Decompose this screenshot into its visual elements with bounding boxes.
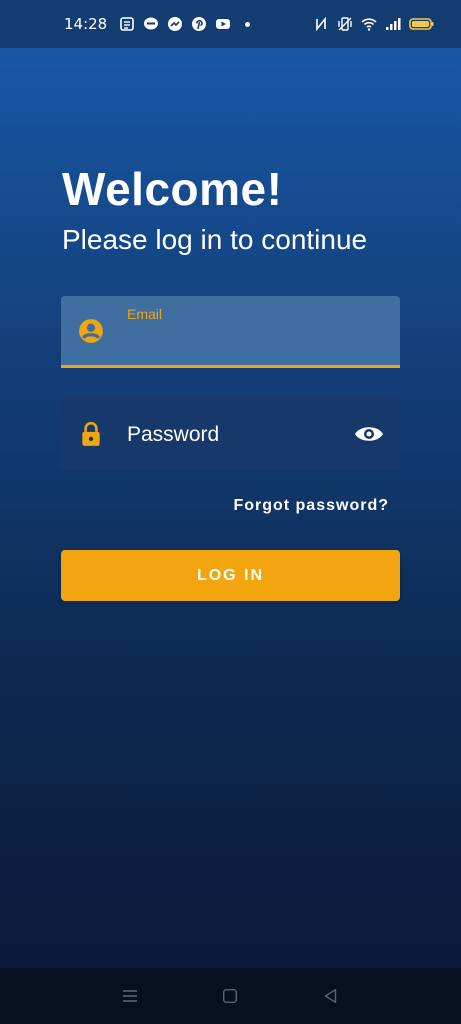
- email-field[interactable]: Email: [61, 296, 400, 368]
- welcome-subtitle: Please log in to continue: [62, 224, 368, 255]
- pinterest-icon: [191, 16, 207, 32]
- vibrate-icon: [337, 16, 353, 32]
- nfc-icon: [313, 16, 329, 32]
- wifi-icon: [361, 16, 377, 32]
- messenger-icon: [167, 16, 183, 32]
- signal-icon: [385, 16, 401, 32]
- notes-icon: [119, 16, 135, 32]
- email-input[interactable]: [127, 328, 387, 358]
- menu-icon[interactable]: [116, 982, 144, 1010]
- line-icon: [143, 16, 159, 32]
- forgot-password-link[interactable]: Forgot password?: [233, 497, 389, 515]
- status-time: 14:28: [64, 15, 108, 33]
- account-circle-icon: [77, 317, 105, 345]
- youtube-icon: [215, 16, 231, 32]
- lock-icon: [77, 420, 105, 448]
- status-left: 14:28: [64, 15, 251, 33]
- more-notifications-dot: [245, 21, 251, 27]
- eye-icon[interactable]: [354, 420, 384, 448]
- password-field[interactable]: [61, 398, 400, 470]
- home-square-icon[interactable]: [216, 982, 244, 1010]
- welcome-title: Welcome!: [62, 163, 283, 215]
- password-input[interactable]: [127, 418, 347, 452]
- login-button[interactable]: LOG IN: [61, 550, 400, 601]
- back-triangle-icon[interactable]: [317, 982, 345, 1010]
- status-bar: 14:28: [0, 0, 461, 48]
- nav-bar: [0, 968, 461, 1024]
- battery-icon: [409, 16, 435, 32]
- status-right: [313, 16, 435, 32]
- email-label: Email: [127, 306, 163, 322]
